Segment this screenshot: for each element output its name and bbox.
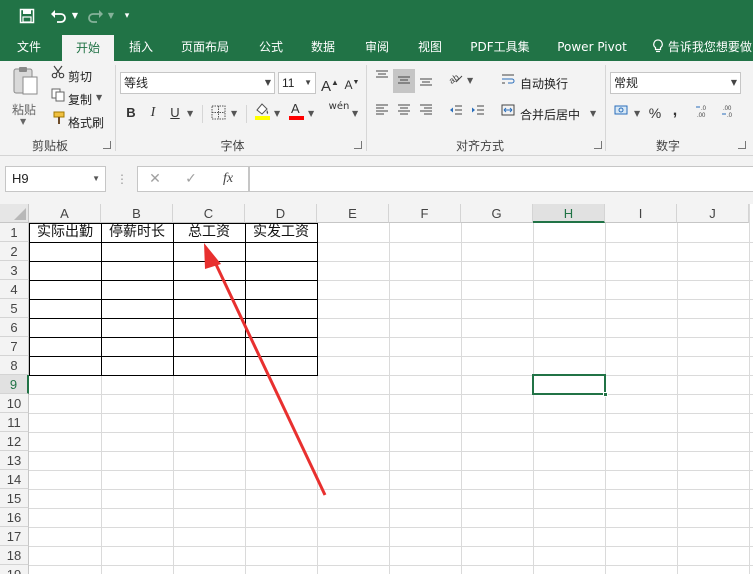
excel-window: ▼ ▼ ▾ 文件 开始 插入 页面布局 公式 数据 审阅 视图 PDF工具集 P… (0, 0, 753, 574)
annotation-arrow (204, 243, 327, 496)
arrow-head (204, 243, 221, 269)
arrow-shaft (211, 257, 327, 496)
